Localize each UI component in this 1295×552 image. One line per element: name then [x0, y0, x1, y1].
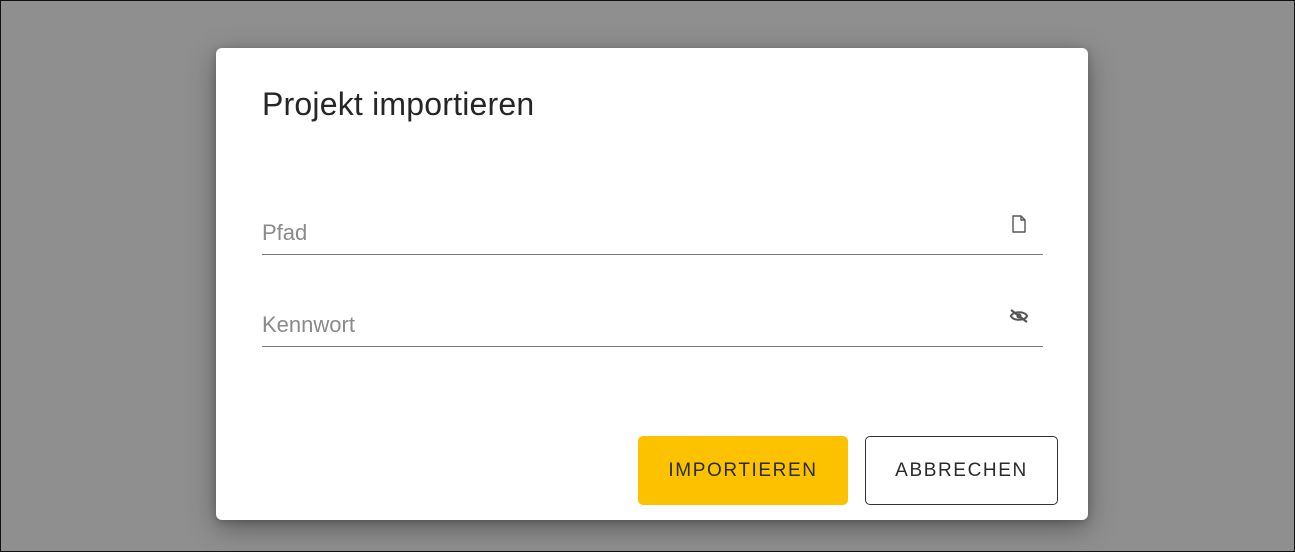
dialog-actions: IMPORTIEREN ABBRECHEN: [638, 436, 1058, 505]
eye-off-icon[interactable]: [1009, 306, 1029, 326]
cancel-button[interactable]: ABBRECHEN: [865, 436, 1058, 505]
dialog-title: Projekt importieren: [262, 86, 535, 122]
path-input[interactable]: [262, 220, 982, 246]
path-field[interactable]: [262, 202, 1043, 255]
import-button[interactable]: IMPORTIEREN: [638, 436, 848, 505]
password-input[interactable]: [262, 312, 982, 338]
import-project-dialog: Projekt importieren IMPORTIEREN ABBRECHE…: [216, 48, 1088, 520]
password-field[interactable]: [262, 294, 1043, 347]
file-icon[interactable]: [1009, 214, 1029, 234]
